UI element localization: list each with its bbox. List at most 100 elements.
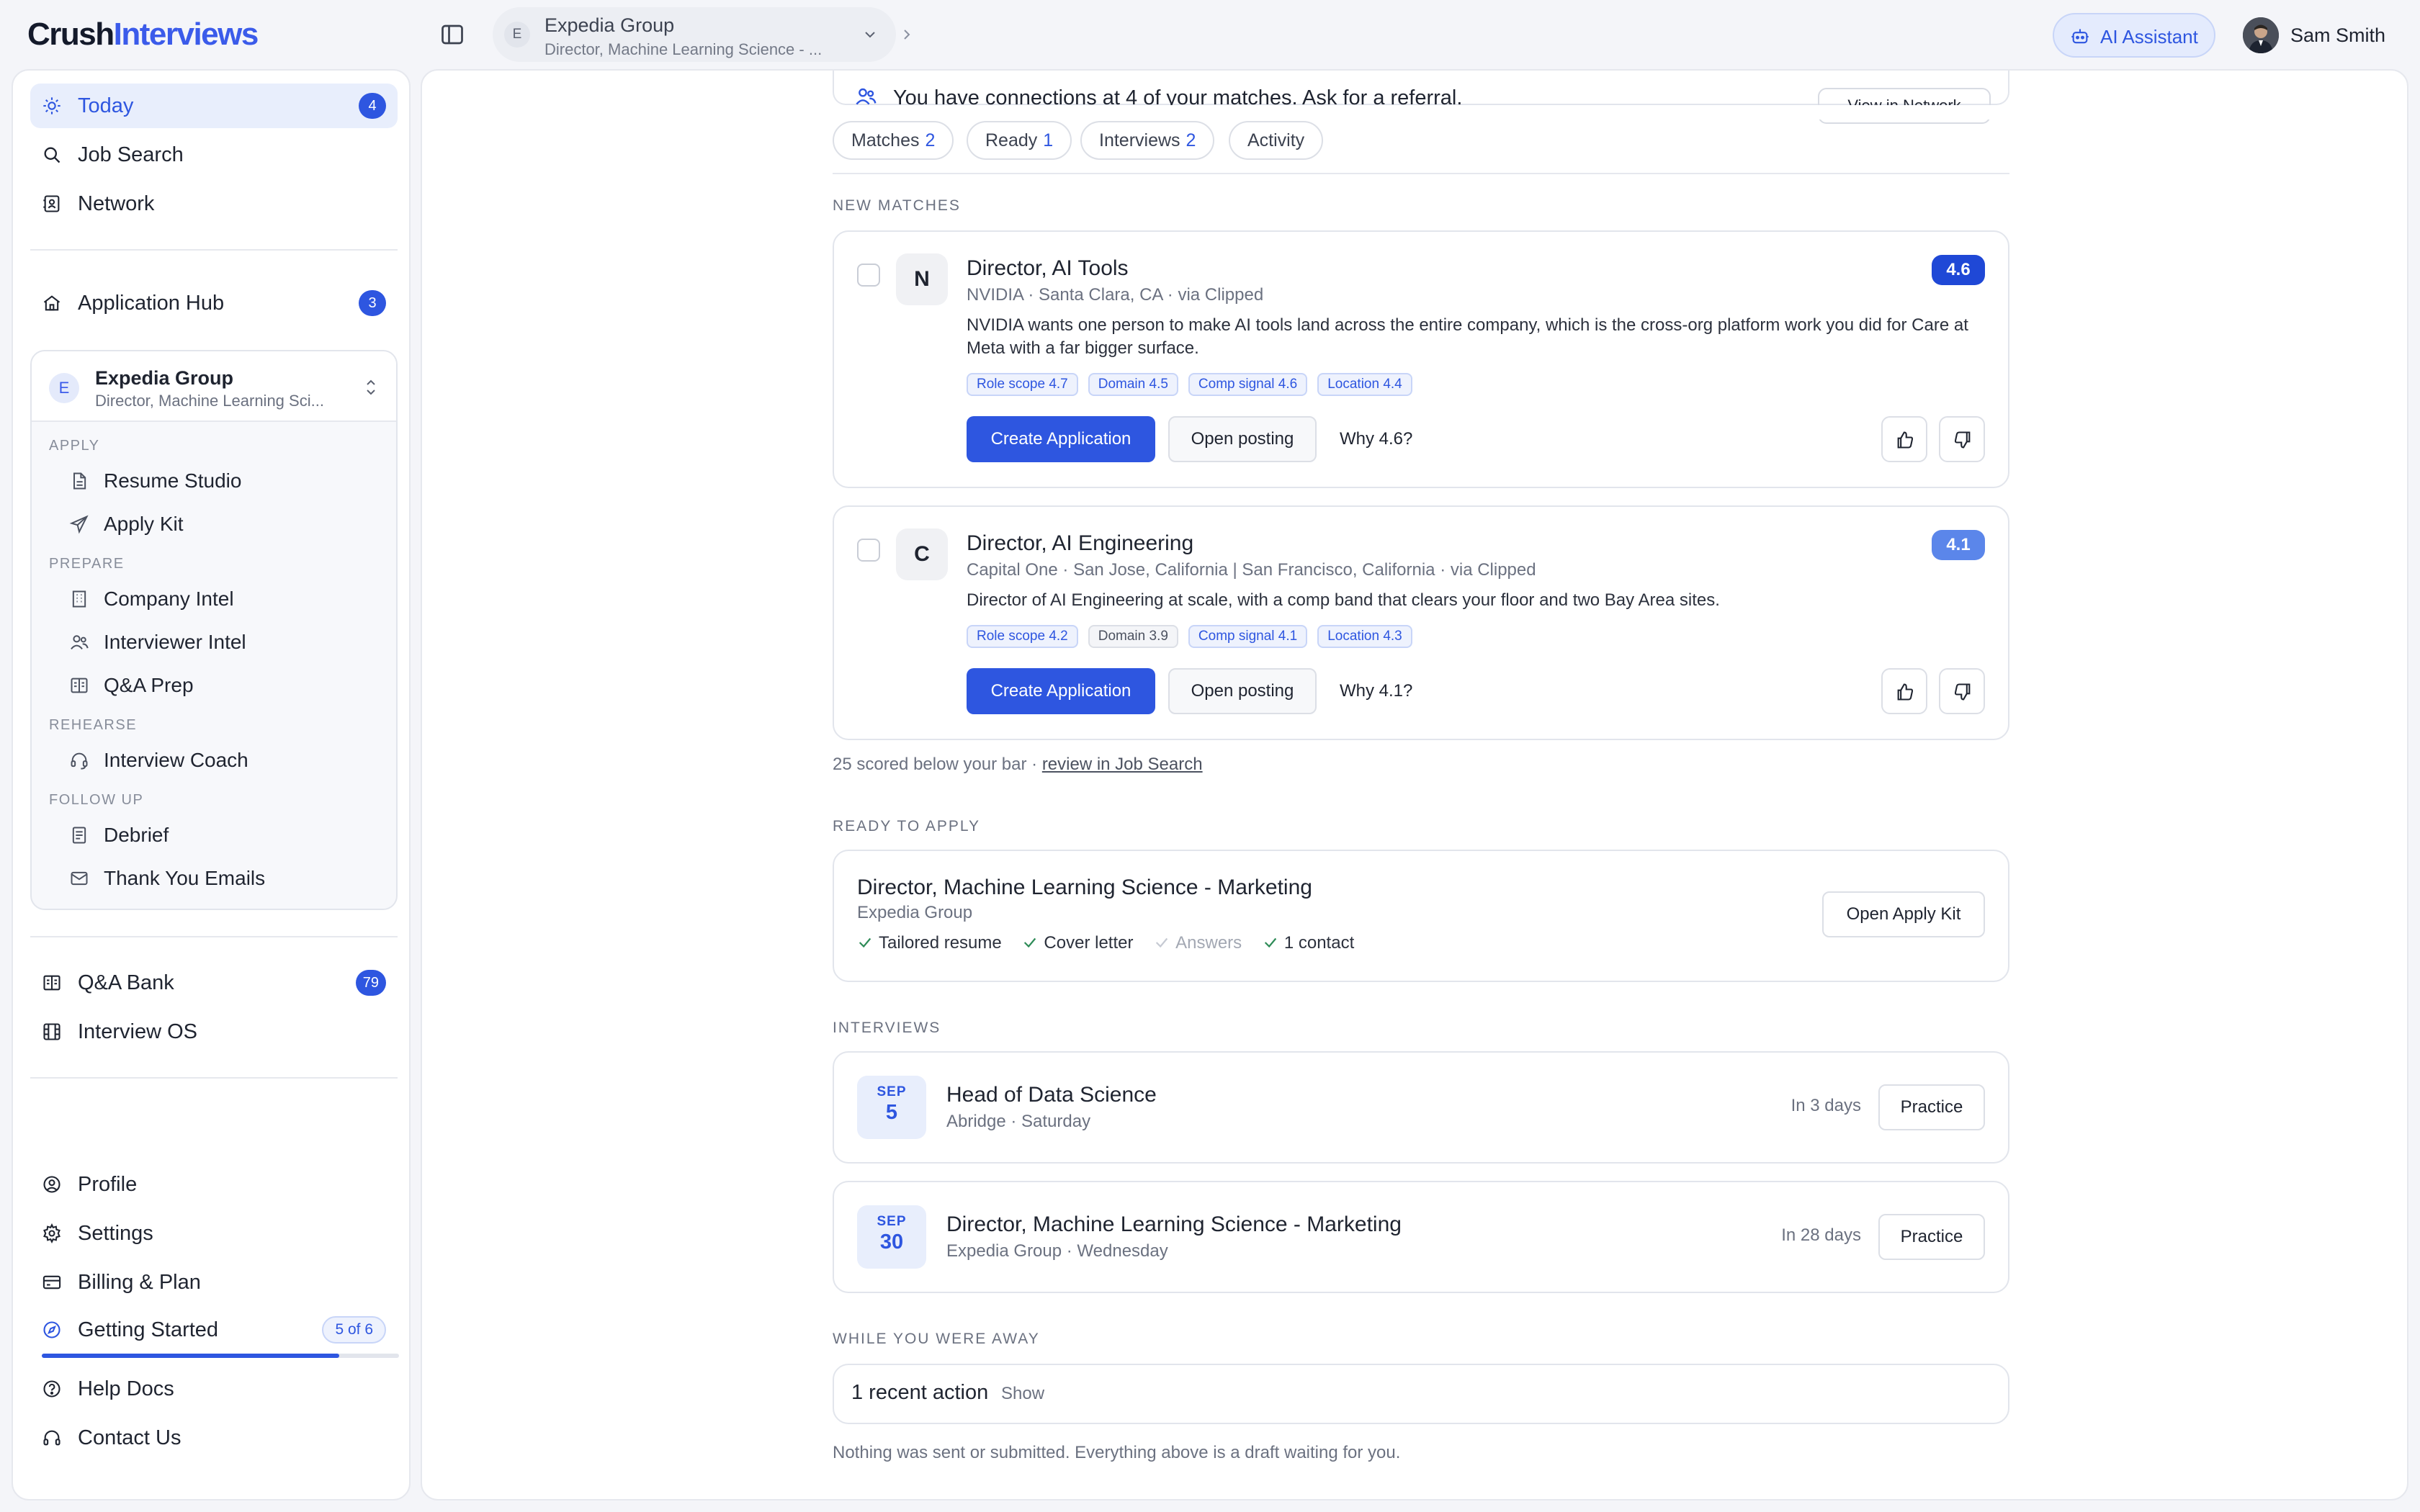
ready-card: Director, Machine Learning Science - Mar…: [833, 850, 2009, 982]
job-title[interactable]: Director, AI Tools: [967, 256, 1129, 281]
ready-job-title[interactable]: Director, Machine Learning Science - Mar…: [857, 876, 1312, 900]
section-title-new-matches: NEW MATCHES: [833, 197, 961, 214]
section-title-interviews: INTERVIEWS: [833, 1020, 941, 1036]
create-application-button[interactable]: Create Application: [967, 416, 1155, 462]
interview-countdown: In 3 days: [1791, 1096, 1861, 1115]
sidebar-item-interviewer-intel[interactable]: Interviewer Intel: [58, 622, 375, 662]
interview-title[interactable]: Head of Data Science: [946, 1083, 1157, 1107]
tab-interviews[interactable]: Interviews 2: [1080, 121, 1215, 160]
sidebar-item-billing[interactable]: Billing & Plan: [30, 1260, 398, 1305]
sidebar: Today 4 Job Search Network Application H…: [12, 69, 411, 1500]
sidebar-item-resume-studio[interactable]: Resume Studio: [58, 461, 375, 501]
ai-assistant-button[interactable]: AI Assistant: [2053, 13, 2215, 58]
thumbs-down-button[interactable]: [1939, 668, 1985, 714]
robot-icon: [2071, 29, 2089, 44]
sidebar-item-thank-you-emails[interactable]: Thank You Emails: [58, 858, 375, 899]
why-score-button[interactable]: Why 4.1?: [1340, 668, 1412, 714]
sidebar-item-application-hub[interactable]: Application Hub 3: [30, 281, 398, 325]
select-checkbox[interactable]: [857, 264, 880, 287]
building-icon: [72, 590, 86, 608]
sidebar-item-label: Debrief: [104, 824, 169, 846]
check-icon: [1264, 937, 1277, 948]
job-meta: Capital One · San Jose, California | San…: [967, 560, 1536, 580]
checklist-item: Cover letter: [1022, 933, 1133, 953]
sidebar-item-label: Job Search: [78, 143, 184, 166]
check-icon: [859, 937, 871, 948]
why-score-button[interactable]: Why 4.6?: [1340, 416, 1412, 462]
feedback-buttons: [1881, 668, 1985, 714]
interview-date: SEP 30: [857, 1205, 926, 1269]
score-chip: Role scope 4.2: [967, 625, 1078, 648]
ai-assistant-label: AI Assistant: [2100, 26, 2198, 48]
sidebar-item-qa-prep[interactable]: Q&A Prep: [58, 665, 375, 706]
checklist-label: Answers: [1175, 933, 1242, 953]
sidebar-toggle-icon[interactable]: [439, 22, 465, 48]
application-context-switcher[interactable]: E Expedia Group Director, Machine Learni…: [493, 7, 896, 62]
sidebar-item-profile[interactable]: Profile: [30, 1162, 398, 1207]
sidebar-item-network[interactable]: Network: [30, 181, 398, 226]
show-recent-actions-button[interactable]: Show: [1001, 1384, 1044, 1404]
match-score-badge: 4.6: [1932, 255, 1985, 285]
match-card: N Director, AI Tools NVIDIA · Santa Clar…: [833, 230, 2009, 488]
checklist-item: Tailored resume: [857, 933, 1002, 953]
review-in-job-search-link[interactable]: review in Job Search: [1042, 755, 1203, 774]
match-card: C Director, AI Engineering Capital One ·…: [833, 505, 2009, 740]
sidebar-item-label: Contact Us: [78, 1426, 182, 1449]
sidebar-item-company-intel[interactable]: Company Intel: [58, 579, 375, 619]
open-apply-kit-button[interactable]: Open Apply Kit: [1822, 891, 1985, 937]
job-description: Director of AI Engineering at scale, wit…: [967, 590, 1720, 610]
application-switcher[interactable]: E Expedia Group Director, Machine Learni…: [32, 351, 396, 422]
practice-button[interactable]: Practice: [1878, 1214, 1985, 1260]
sidebar-item-contact-us[interactable]: Contact Us: [30, 1416, 398, 1460]
sidebar-item-label: Q&A Bank: [78, 971, 174, 994]
sidebar-item-job-search[interactable]: Job Search: [30, 132, 398, 177]
open-posting-button[interactable]: Open posting: [1168, 416, 1317, 462]
sidebar-item-label: Billing & Plan: [78, 1271, 201, 1294]
tab-matches[interactable]: Matches 2: [833, 121, 954, 160]
interview-subtitle: Abridge · Saturday: [946, 1112, 1091, 1131]
interview-title[interactable]: Director, Machine Learning Science - Mar…: [946, 1212, 1402, 1237]
sidebar-item-debrief[interactable]: Debrief: [58, 815, 375, 855]
thumbs-up-button[interactable]: [1881, 668, 1927, 714]
notes-icon: [72, 827, 86, 844]
progress-fill: [42, 1354, 340, 1358]
select-checkbox[interactable]: [857, 539, 880, 562]
sidebar-item-qa-bank[interactable]: Q&A Bank 79: [30, 960, 398, 1005]
tab-count: 2: [925, 130, 936, 150]
sidebar-item-today[interactable]: Today 4: [30, 84, 398, 128]
open-posting-button[interactable]: Open posting: [1168, 668, 1317, 714]
check-icon: [1156, 937, 1168, 948]
section-title-ready-to-apply: READY TO APPLY: [833, 818, 981, 834]
practice-button[interactable]: Practice: [1878, 1084, 1985, 1130]
getting-started-progress-bar: [42, 1354, 399, 1358]
readiness-checklist: Tailored resume Cover letter Answers 1 c…: [857, 933, 1370, 953]
tab-ready[interactable]: Ready 1: [967, 121, 1072, 160]
headphones-icon: [43, 1430, 60, 1446]
today-count-badge: 4: [359, 93, 386, 119]
interview-date: SEP 5: [857, 1076, 926, 1139]
sidebar-item-help-docs[interactable]: Help Docs: [30, 1367, 398, 1411]
tabs-divider: [833, 173, 2009, 174]
sidebar-item-interview-coach[interactable]: Interview Coach: [58, 740, 375, 780]
thumbs-down-button[interactable]: [1939, 416, 1985, 462]
feedback-buttons: [1881, 416, 1985, 462]
card-icon: [42, 1275, 61, 1290]
sidebar-item-getting-started[interactable]: Getting Started 5 of 6: [30, 1308, 398, 1352]
chevron-right-icon[interactable]: [900, 26, 913, 43]
create-application-button[interactable]: Create Application: [967, 668, 1155, 714]
tab-activity[interactable]: Activity: [1229, 121, 1324, 160]
interview-countdown: In 28 days: [1781, 1225, 1861, 1245]
sidebar-item-settings[interactable]: Settings: [30, 1211, 398, 1256]
date-month: SEP: [877, 1214, 907, 1229]
sidebar-item-apply-kit[interactable]: Apply Kit: [58, 504, 375, 544]
chevron-down-icon: [865, 32, 875, 38]
qa-bank-count-badge: 79: [355, 970, 386, 996]
score-chip: Domain 4.5: [1088, 373, 1178, 396]
score-chip: Role scope 4.7: [967, 373, 1078, 396]
job-title[interactable]: Director, AI Engineering: [967, 531, 1193, 556]
app-logo[interactable]: CrushInterviews: [27, 17, 259, 52]
thumbs-up-button[interactable]: [1881, 416, 1927, 462]
sidebar-item-label: Help Docs: [78, 1377, 174, 1400]
sidebar-item-interview-os[interactable]: Interview OS: [30, 1009, 398, 1054]
compass-icon: [43, 1321, 60, 1338]
